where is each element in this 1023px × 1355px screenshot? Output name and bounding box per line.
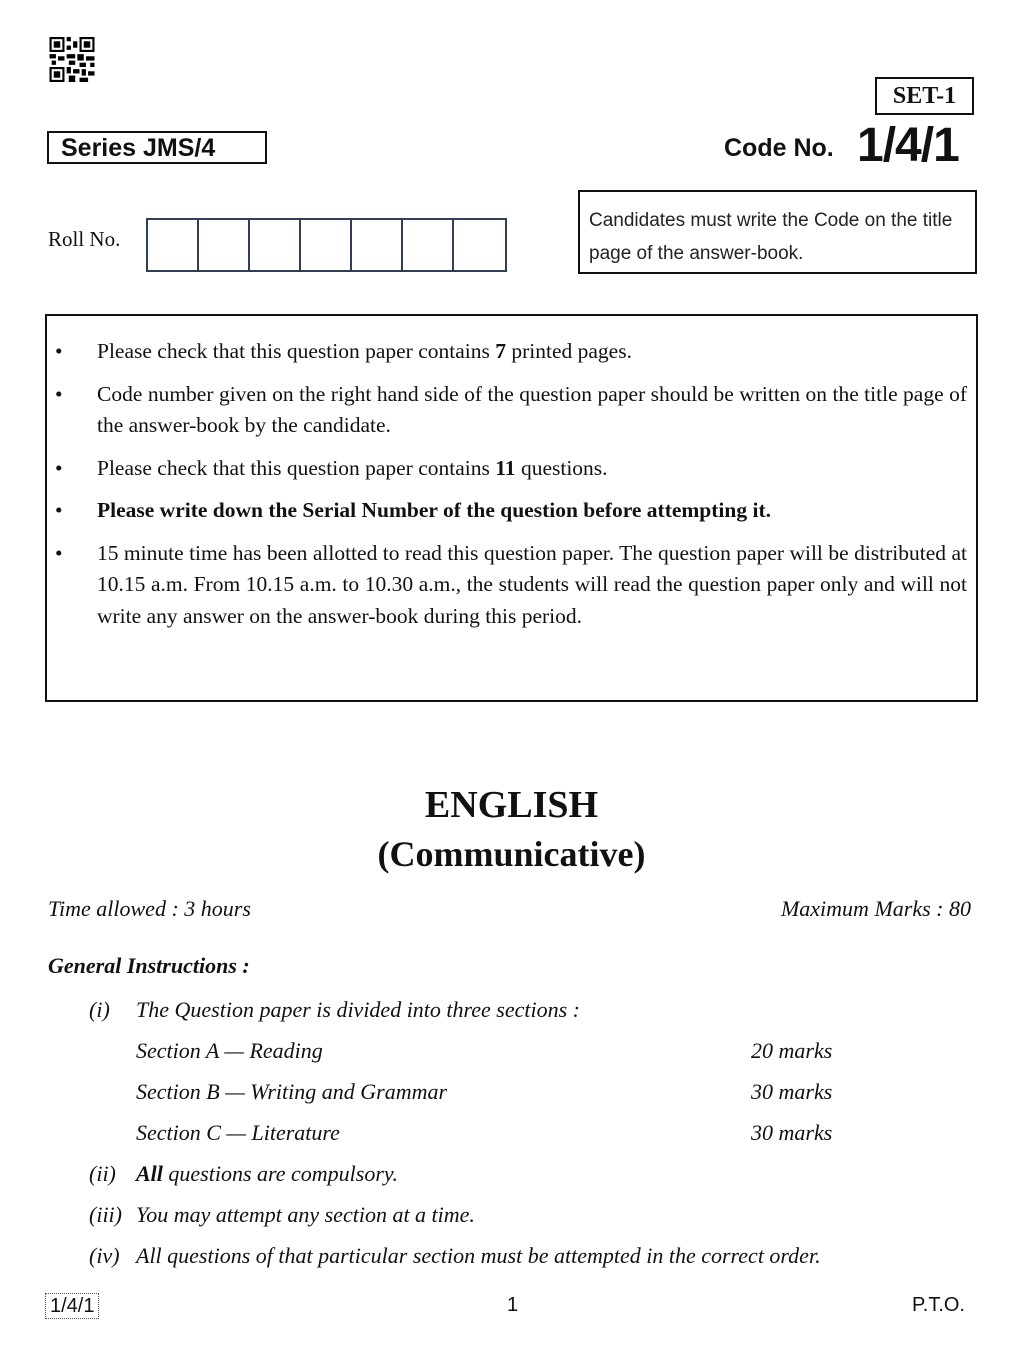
maximum-marks: Maximum Marks : 80: [780, 896, 971, 921]
instruction-item: • Please check that this question paper c…: [47, 453, 967, 485]
qr-code-icon: [49, 37, 95, 82]
roll-number-box: [250, 220, 301, 270]
bullet-icon: •: [55, 381, 63, 406]
roll-number-box: [199, 220, 250, 270]
instruction-ii-number: (ii): [89, 1161, 116, 1186]
instruction-iii-text: You may attempt any section at a time.: [136, 1202, 475, 1227]
general-instructions-heading: General Instructions :: [48, 953, 250, 978]
roll-number-box: [301, 220, 352, 270]
instruction-item: • 15 minute time has been allotted to rea…: [47, 538, 967, 633]
roll-number-label: Roll No.: [48, 227, 121, 251]
section-c-name: Section C — Literature: [136, 1120, 340, 1145]
pto-label: P.T.O.: [912, 1294, 965, 1316]
subject-subtitle: (Communicative): [377, 834, 646, 874]
roll-number-box: [403, 220, 454, 270]
roll-number-boxes: [146, 218, 507, 272]
section-b-name: Section B — Writing and Grammar: [136, 1079, 448, 1104]
subject-title: ENGLISH: [424, 784, 599, 826]
time-allowed: Time allowed : 3 hours: [48, 896, 251, 921]
instruction-i-text: The Question paper is divided into three…: [136, 997, 581, 1022]
section-a-marks: 20 marks: [751, 1038, 833, 1063]
roll-number-box: [352, 220, 403, 270]
instruction-i-number: (i): [89, 997, 110, 1022]
bullet-icon: •: [55, 498, 63, 522]
footer-code: 1/4/1: [45, 1293, 100, 1319]
instruction-item: • Please check that this question paper c…: [47, 336, 967, 368]
candidate-notice: Candidates must write the Code on the ti…: [578, 190, 977, 274]
instruction-item: • Please write down the Serial Number of …: [47, 495, 967, 527]
section-c-marks: 30 marks: [751, 1120, 833, 1145]
instruction-item: • Code number given on the right hand sid…: [47, 379, 967, 442]
bullet-icon: •: [55, 455, 63, 480]
instruction-iv-text: All questions of that particular section…: [136, 1243, 821, 1268]
set-label: SET-1: [875, 77, 974, 115]
roll-number-box: [454, 220, 505, 270]
instruction-iii-number: (iii): [89, 1202, 122, 1227]
series-label: Series JMS/4: [47, 131, 267, 164]
section-b-marks: 30 marks: [751, 1079, 833, 1104]
instructions-box: • Please check that this question paper c…: [45, 314, 978, 702]
instruction-ii-text: All questions are compulsory.: [136, 1161, 398, 1186]
section-a-name: Section A — Reading: [136, 1038, 323, 1063]
code-label: Code No.: [724, 134, 834, 162]
bullet-icon: •: [55, 540, 63, 565]
roll-number-box: [148, 220, 199, 270]
instruction-iv-number: (iv): [89, 1243, 120, 1268]
page-number: 1: [507, 1294, 519, 1316]
code-number: 1/4/1: [857, 119, 960, 172]
bullet-icon: •: [55, 339, 63, 363]
